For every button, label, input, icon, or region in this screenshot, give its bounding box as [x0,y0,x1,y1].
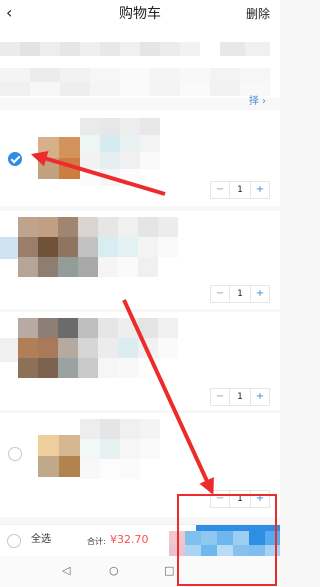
quantity-value[interactable]: 1 [229,182,251,198]
decrease-button[interactable]: − [211,491,229,507]
select-all-checkbox[interactable] [7,534,21,548]
decrease-button[interactable]: − [211,389,229,405]
item-2-thumbnail[interactable] [18,217,98,277]
store-name-blurred [0,42,200,56]
page-title: 购物车 [119,6,161,22]
item-2-side-blurred [0,237,18,259]
cart-screen: ‹ 购物车 删除 择 › − 1 + − 1 + − 1 + − 1 + 全选 … [0,0,280,587]
nav-home-icon[interactable]: ○ [109,564,119,578]
cart-item-3: − 1 + [0,312,280,410]
store-link[interactable]: 择 › [249,95,266,109]
total-price: ¥32.70 [110,533,149,546]
item-1-title-blurred [80,118,160,186]
store-extra-blurred [220,42,270,56]
item-1-checkbox[interactable] [8,152,22,166]
decrease-button[interactable]: − [211,182,229,198]
decrease-button[interactable]: − [211,286,229,302]
total-label: 合计: [87,537,106,546]
item-3-thumbnail[interactable] [18,318,98,378]
cart-item-1: − 1 + [0,110,280,206]
top-bar: ‹ 购物车 删除 [0,0,280,30]
item-4-thumbnail[interactable] [38,435,80,477]
cart-item-2: − 1 + [0,211,280,309]
item-4-checkbox[interactable] [8,447,22,461]
quantity-value[interactable]: 1 [229,286,251,302]
item-4-title-blurred [80,419,160,479]
delete-button[interactable]: 删除 [246,4,270,24]
quantity-value[interactable]: 1 [229,491,251,507]
increase-button[interactable]: + [251,491,269,507]
item-1-thumbnail[interactable] [38,137,80,179]
item-3-title-blurred [98,318,178,378]
quantity-stepper-4[interactable]: − 1 + [210,490,270,508]
cart-item-4: − 1 + [0,413,280,517]
nav-back-icon[interactable]: ◁ [62,564,70,578]
increase-button[interactable]: + [251,286,269,302]
increase-button[interactable]: + [251,389,269,405]
quantity-value[interactable]: 1 [229,389,251,405]
system-nav-bar: ◁ ○ □ [0,556,280,587]
item-3-side-blurred [0,338,18,362]
select-all-label[interactable]: 全选 [31,533,51,547]
store-sub-blurred [0,68,270,96]
store-header [0,30,280,98]
quantity-stepper-3[interactable]: − 1 + [210,388,270,406]
quantity-stepper-2[interactable]: − 1 + [210,285,270,303]
item-2-title-blurred [98,217,178,277]
increase-button[interactable]: + [251,182,269,198]
nav-recents-icon[interactable]: □ [164,564,174,578]
quantity-stepper-1[interactable]: − 1 + [210,181,270,199]
